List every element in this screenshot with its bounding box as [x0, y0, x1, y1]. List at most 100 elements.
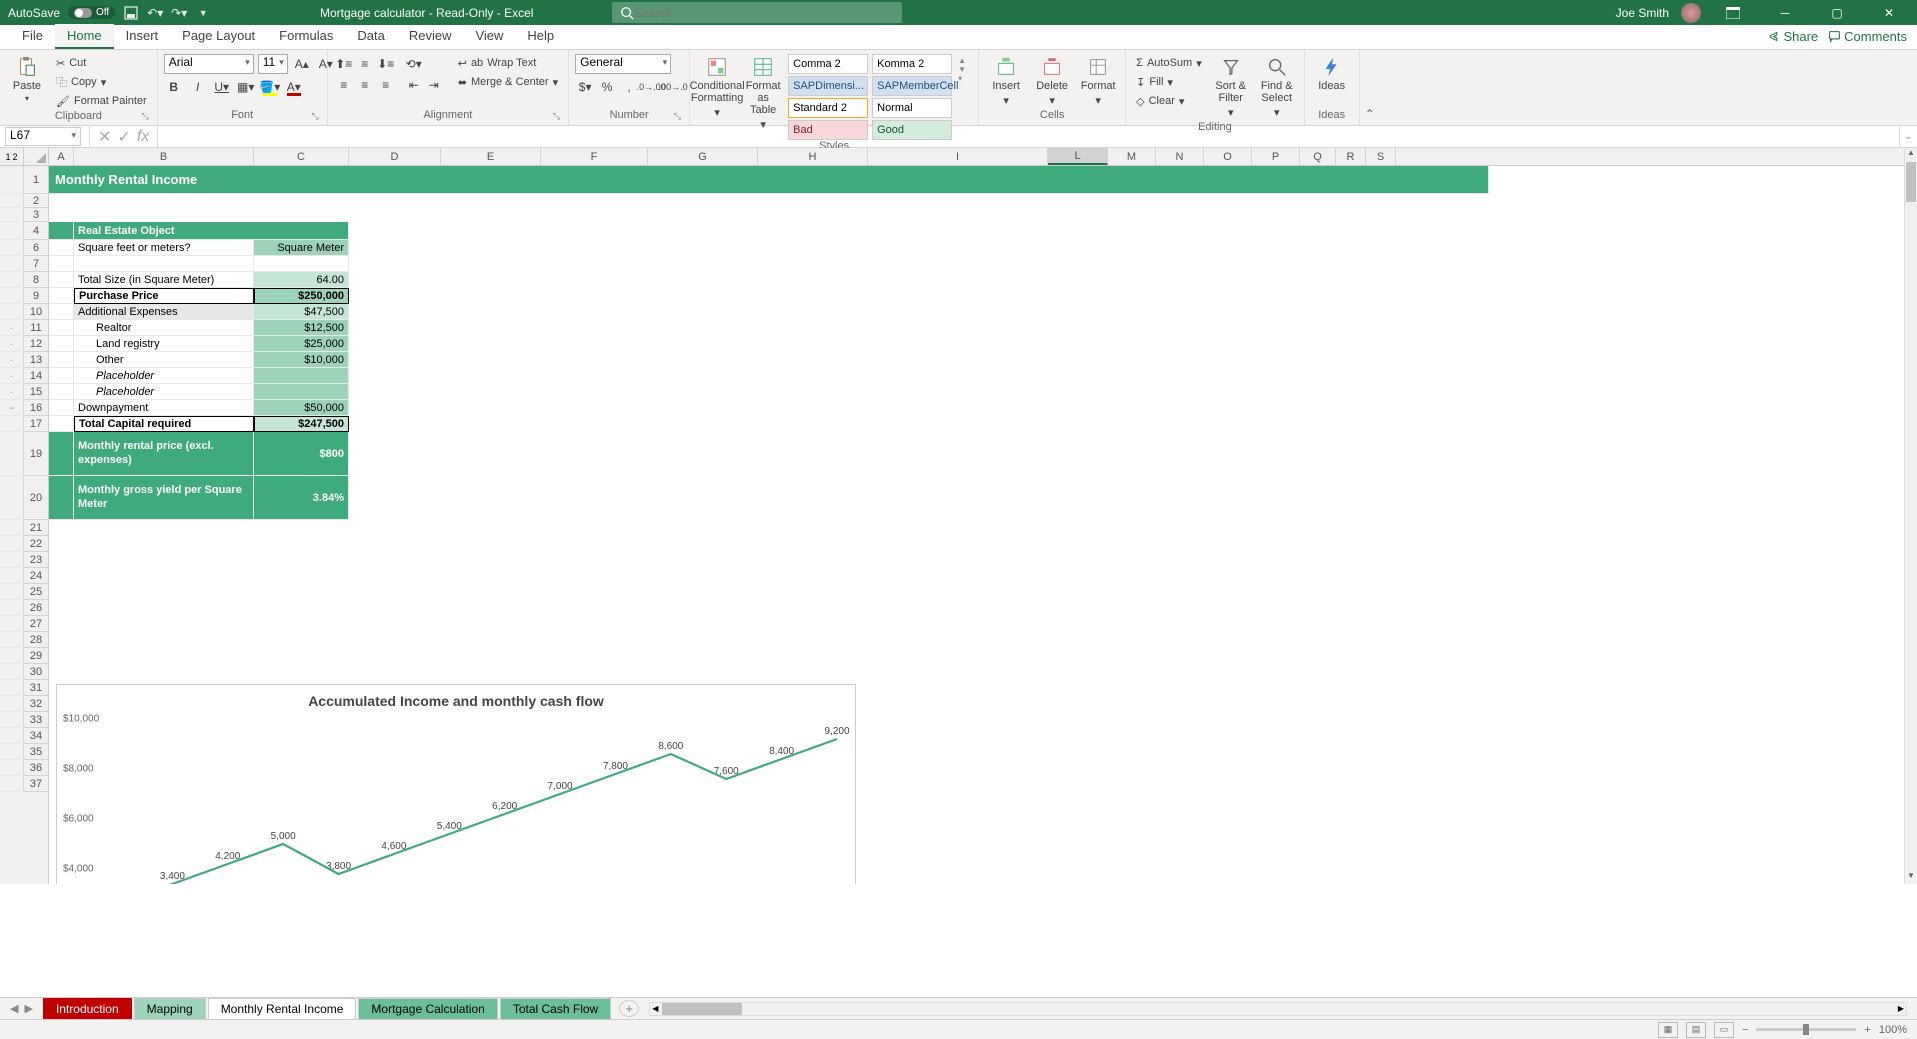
row-headers[interactable]: 1234678910·11·12·13·14·15−16171920212223…	[0, 166, 49, 884]
currency-icon[interactable]: $▾	[575, 77, 595, 97]
tab-home[interactable]: Home	[55, 24, 114, 49]
row-20[interactable]: 20	[24, 476, 48, 520]
tab-view[interactable]: View	[463, 24, 515, 49]
format-as-table-button[interactable]: Format as Table▾	[742, 54, 784, 133]
style-normal[interactable]: Normal	[872, 98, 952, 118]
col-P[interactable]: P	[1252, 148, 1300, 165]
cell[interactable]: Downpayment	[74, 400, 254, 416]
worksheet-grid[interactable]: 12 ABCDEFGHILMNOPQRS 1234678910·11·12·13…	[0, 148, 1917, 884]
row-7[interactable]: 7	[24, 256, 48, 272]
column-headers[interactable]: ABCDEFGHILMNOPQRS	[49, 148, 1904, 166]
sheet-nav-prev-icon[interactable]: ◀	[10, 1002, 18, 1015]
paste-button[interactable]: Paste ▾	[6, 54, 48, 105]
sheet-nav-next-icon[interactable]: ▶	[24, 1002, 32, 1015]
col-O[interactable]: O	[1204, 148, 1252, 165]
formula-input[interactable]	[158, 126, 1899, 147]
find-select-button[interactable]: Find & Select▾	[1256, 54, 1298, 121]
cell[interactable]: Monthly gross yield per Square Meter	[74, 476, 254, 520]
col-Q[interactable]: Q	[1300, 148, 1336, 165]
cell[interactable]	[49, 476, 74, 520]
row-27[interactable]: 27	[24, 616, 48, 632]
cell[interactable]: $800	[254, 432, 349, 476]
style-standard-2[interactable]: Standard 2	[788, 98, 868, 118]
cell[interactable]	[49, 256, 74, 272]
search-input[interactable]	[634, 6, 894, 20]
cell[interactable]	[49, 240, 74, 256]
row-3[interactable]: 3	[24, 208, 48, 222]
row-29[interactable]: 29	[24, 648, 48, 664]
col-E[interactable]: E	[441, 148, 541, 165]
cell[interactable]	[254, 384, 349, 400]
row-28[interactable]: 28	[24, 632, 48, 648]
hscroll-right-icon[interactable]: ▶	[1898, 1004, 1904, 1013]
font-color-button[interactable]: A▾	[284, 77, 304, 97]
user-avatar[interactable]	[1681, 3, 1701, 23]
share-button[interactable]: Share	[1767, 29, 1818, 44]
fx-icon[interactable]: fx	[137, 128, 149, 146]
row-17[interactable]: 17	[24, 416, 48, 432]
cell[interactable]	[49, 352, 74, 368]
row-36[interactable]: 36	[24, 760, 48, 776]
scroll-thumb[interactable]	[1906, 162, 1916, 202]
row-35[interactable]: 35	[24, 744, 48, 760]
cell[interactable]: Realtor	[74, 320, 254, 336]
chart-accumulated-income[interactable]: Accumulated Income and monthly cash flow…	[56, 684, 856, 884]
row-16[interactable]: 16	[24, 400, 48, 416]
format-cells-button[interactable]: Format▾	[1077, 54, 1119, 109]
col-R[interactable]: R	[1336, 148, 1366, 165]
row-30[interactable]: 30	[24, 664, 48, 680]
cell[interactable]: $12,500	[254, 320, 349, 336]
col-D[interactable]: D	[349, 148, 441, 165]
row-31[interactable]: 31	[24, 680, 48, 696]
cell[interactable]: $247,500	[254, 416, 349, 432]
cell[interactable]: Square Meter	[254, 240, 349, 256]
row-25[interactable]: 25	[24, 584, 48, 600]
col-B[interactable]: B	[74, 148, 254, 165]
underline-button[interactable]: U▾	[212, 77, 232, 97]
cell[interactable]: Purchase Price	[74, 288, 254, 304]
fill-color-button[interactable]: 🪣▾	[260, 77, 280, 97]
cell[interactable]: $25,000	[254, 336, 349, 352]
select-all-corner[interactable]: 12	[0, 148, 49, 166]
row-23[interactable]: 23	[24, 552, 48, 568]
maximize-icon[interactable]: ▢	[1817, 0, 1857, 25]
tab-help[interactable]: Help	[515, 24, 566, 49]
cell[interactable]: Monthly Rental Income	[49, 166, 1489, 194]
page-break-view-icon[interactable]: ▭	[1714, 1022, 1734, 1038]
row-37[interactable]: 37	[24, 776, 48, 792]
italic-button[interactable]: I	[188, 77, 208, 97]
redo-icon[interactable]: ↷▾	[171, 5, 187, 21]
cell[interactable]: 64.00	[254, 272, 349, 288]
col-L[interactable]: L	[1048, 148, 1108, 165]
dialog-launcher-icon[interactable]: ⤡	[312, 111, 319, 122]
zoom-level[interactable]: 100%	[1879, 1024, 1907, 1036]
cell[interactable]: Total Capital required	[74, 416, 254, 432]
styles-scroll[interactable]: ▲▼▾	[958, 54, 972, 85]
cell[interactable]: Placeholder	[74, 368, 254, 384]
delete-cells-button[interactable]: Delete▾	[1031, 54, 1073, 109]
col-F[interactable]: F	[541, 148, 648, 165]
cell[interactable]	[49, 320, 74, 336]
cell[interactable]: 3.84%	[254, 476, 349, 520]
row-33[interactable]: 33	[24, 712, 48, 728]
align-center-icon[interactable]: ≡	[355, 75, 375, 95]
cut-button[interactable]: ✂Cut	[52, 54, 151, 72]
new-sheet-button[interactable]: +	[619, 1000, 639, 1017]
align-top-icon[interactable]: ⬆≡	[334, 54, 354, 74]
save-icon[interactable]	[123, 5, 139, 21]
col-I[interactable]: I	[868, 148, 1048, 165]
dialog-launcher-icon[interactable]: ⤡	[674, 111, 681, 122]
row-26[interactable]: 26	[24, 600, 48, 616]
search-box[interactable]	[612, 2, 902, 23]
font-size-combo[interactable]: 11	[258, 54, 288, 74]
row-14[interactable]: 14	[24, 368, 48, 384]
percent-icon[interactable]: %	[597, 77, 617, 97]
style-bad[interactable]: Bad	[788, 120, 868, 140]
cell[interactable]	[254, 368, 349, 384]
zoom-slider[interactable]	[1756, 1028, 1856, 1031]
align-right-icon[interactable]: ≡	[376, 75, 396, 95]
hscroll-left-icon[interactable]: ◀	[652, 1004, 658, 1013]
qat-customize-icon[interactable]: ▼	[195, 5, 211, 21]
vertical-scrollbar[interactable]: ▲ ▼	[1904, 148, 1917, 884]
col-M[interactable]: M	[1108, 148, 1156, 165]
